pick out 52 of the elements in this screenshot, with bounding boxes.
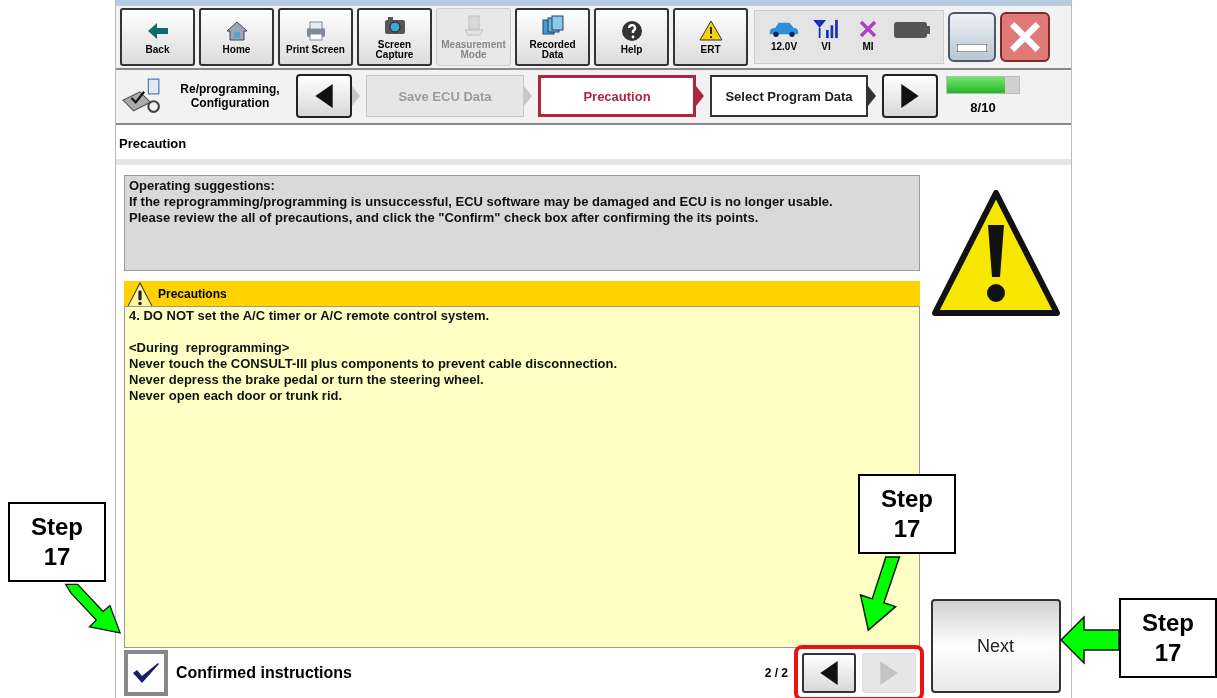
callout-label: Step 17 — [1119, 598, 1217, 678]
status-label: MI — [862, 40, 874, 55]
callout-label: Step 17 — [858, 474, 956, 554]
warning-sign-icon — [930, 189, 1061, 319]
page-title: Precaution — [119, 136, 187, 151]
toolbar-button[interactable]: Print Screen — [278, 7, 353, 66]
suggestion-text: Operating suggestions: — [129, 178, 276, 194]
toolbar-button[interactable]: ERT — [673, 7, 748, 66]
toolbar-button[interactable]: Back — [120, 7, 195, 66]
callout-label: Step 17 — [8, 502, 106, 582]
toolbar-button[interactable]: Screen Capture — [357, 7, 432, 66]
precaution-text: Never depress the brake pedal or turn the steering wheel. — [129, 372, 485, 388]
previous-page-button[interactable] — [802, 653, 856, 693]
left-triangle-icon — [313, 83, 335, 110]
minimize-icon — [957, 43, 987, 52]
page-counter: 2 / 2 — [764, 665, 788, 682]
close-icon — [1009, 20, 1041, 53]
precautions-title: Precautions — [158, 285, 227, 303]
function-label: Re/programming, Configuration — [179, 82, 281, 111]
status-label: 12.0V — [770, 40, 798, 55]
right-triangle-icon — [899, 83, 921, 110]
suggestion-text: If the reprogramming/programming is unsuccessful, ECU software may be damaged and ECU is no longer usable. — [129, 194, 834, 210]
right-triangle-icon — [878, 660, 900, 686]
previous-step-button[interactable] — [296, 74, 352, 119]
precaution-text: 4. DO NOT set the A/C timer or A/C remote control system. — [129, 308, 491, 324]
next-step-button[interactable] — [882, 74, 938, 119]
precaution-text: Never touch the CONSULT-III plus components to prevent cable disconnection. — [129, 356, 619, 372]
next-button[interactable]: Next — [930, 599, 1061, 693]
chevron-icon — [352, 86, 360, 107]
check-icon — [131, 661, 161, 685]
chevron-icon — [696, 86, 704, 107]
step-tab[interactable]: Precaution — [538, 75, 696, 118]
close-button[interactable] — [1000, 11, 1050, 62]
toolbar-button[interactable]: Help — [594, 7, 669, 66]
chevron-icon — [524, 86, 532, 107]
progress-label: 8/10 — [970, 98, 996, 117]
folders-icon — [539, 13, 566, 38]
precaution-text: <During reprogramming> — [129, 340, 291, 356]
suggestion-text: Please review the all of precautions, and click the "Confirm" check box after confirming the its points. — [129, 210, 760, 226]
minimize-button[interactable] — [948, 11, 996, 62]
chevron-icon — [868, 86, 876, 107]
status-label: VI — [821, 40, 831, 55]
left-triangle-icon — [818, 660, 840, 686]
step-tab[interactable]: Select Program Data — [710, 75, 868, 118]
arrow-drawing — [1060, 615, 1120, 665]
confirm-label: Confirmed instructions — [176, 663, 352, 683]
toolbar-button[interactable]: Recorded Data — [515, 7, 590, 66]
toolbar-button[interactable]: Home — [199, 7, 274, 66]
precaution-text: Never open each door or trunk rid. — [129, 388, 344, 404]
confirm-checkbox[interactable] — [124, 650, 168, 696]
battery-icon — [894, 20, 930, 39]
warning-icon — [697, 18, 724, 43]
